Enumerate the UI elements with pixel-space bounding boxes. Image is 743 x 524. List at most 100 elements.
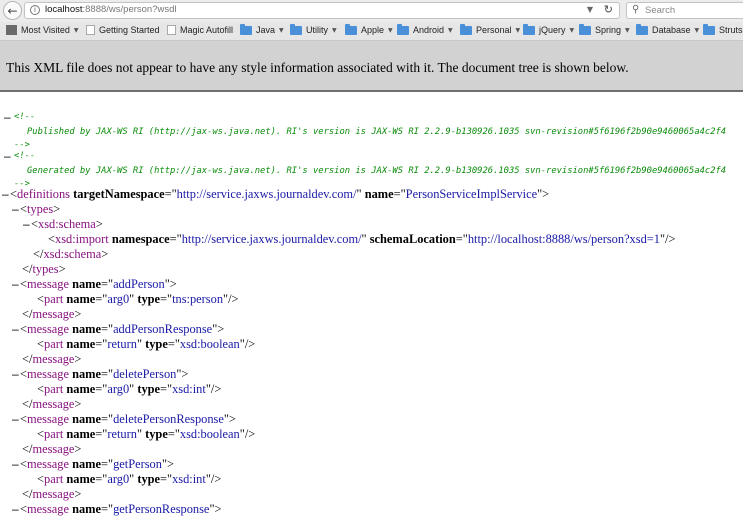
message-open-line: – <message name="deletePersonResponse"> [12,412,236,426]
message-open-line: – <message name="addPersonResponse"> [12,322,225,336]
info-icon[interactable]: i [30,5,40,15]
collapse-toggle[interactable]: – [12,502,19,516]
browser-toolbar: ← i localhost:8888/ws/person?wsdl ▼ ↻ ⚲ … [0,0,743,23]
message-close-line: </message> [22,307,82,321]
bookmark-most-visited[interactable]: Most Visited ▼ [6,25,78,35]
message-close-line: </message> [22,442,82,456]
collapse-toggle[interactable]: – [12,277,19,291]
definitions-line: – <definitions targetNamespace="http://s… [2,187,550,201]
bookmark-folder-apple[interactable]: Apple ▼ [345,23,393,35]
bookmark-label: Struts [719,25,743,35]
bookmark-folder-utility[interactable]: Utility ▼ [290,23,337,35]
types-close-line: </types> [22,262,66,276]
part-line: <part name="return" type="xsd:boolean"/> [37,337,256,351]
comment-open: <!-- [14,112,36,122]
chevron-down-icon: ▼ [279,26,284,34]
comment-close-line: --> [14,136,30,152]
folder-icon [523,23,535,35]
bookmarks-bar: Most Visited ▼ Getting Started Magic Aut… [0,22,743,41]
search-placeholder: Search [645,5,676,16]
back-button[interactable]: ← [3,1,22,20]
bookmark-label: Utility [306,25,328,35]
bookmark-folder-jquery[interactable]: jQuery ▼ [523,23,575,35]
published-comment: Published by JAX-WS RI (http://jax-ws.ja… [27,127,727,137]
part-line: <part name="arg0" type="tns:person"/> [37,292,239,306]
bookmark-label: Apple [361,25,385,35]
comment-open: <!-- [14,151,36,161]
chevron-down-icon: ▼ [73,26,79,34]
collapse-toggle[interactable]: – [12,322,19,336]
bookmark-label: Android [413,25,445,35]
collapse-toggle[interactable]: – [12,412,19,426]
bookmark-label: Java [256,25,276,35]
message-open-line: – <message name="getPerson"> [12,457,174,471]
comment-text-line: Published by JAX-WS RI (http://jax-ws.ja… [27,123,726,139]
collapse-toggle[interactable]: – [23,217,30,231]
page-icon [167,25,176,35]
message-close-line: </message> [22,397,82,411]
message-open-line: – <message name="deletePerson"> [12,367,189,381]
folder-icon [240,23,252,35]
schema-open-line: – <xsd:schema> [23,217,103,231]
bookmark-folder-struts[interactable]: Struts [703,23,743,35]
bookmark-folder-java[interactable]: Java ▼ [240,23,284,35]
folder-icon [345,23,357,35]
bookmark-label: Getting Started [99,25,160,35]
part-line: <part name="arg0" type="xsd:int"/> [37,472,222,486]
chevron-down-icon: ▼ [515,26,521,34]
comment-close: --> [14,140,30,150]
folder-icon [460,23,472,35]
types-open-line: – <types> [12,202,61,216]
url-text[interactable]: localhost:8888/ws/person?wsdl [45,4,177,15]
bookmark-folder-android[interactable]: Android ▼ [397,23,453,35]
bookmark-getting-started[interactable]: Getting Started [86,25,160,35]
part-line: <part name="return" type="xsd:boolean"/> [37,427,256,441]
bookmark-label: Personal [476,25,512,35]
collapse-toggle[interactable]: – [2,187,9,201]
bookmark-magic-autofill[interactable]: Magic Autofill [167,25,233,35]
folder-icon [579,23,591,35]
chevron-down-icon: ▼ [388,26,393,34]
url-bar[interactable]: i localhost:8888/ws/person?wsdl ▼ ↻ [24,2,620,19]
folder-icon [636,23,648,35]
schema-close-line: </xsd:schema> [33,247,109,261]
bookmark-label: Magic Autofill [180,25,234,35]
bookmark-label: Spring [595,25,622,35]
bookmark-folder-spring[interactable]: Spring ▼ [579,23,630,35]
generated-comment: Generated by JAX-WS RI (http://jax-ws.ja… [27,166,727,176]
chevron-down-icon: ▼ [332,26,337,34]
collapse-toggle[interactable]: – [12,457,19,471]
folder-icon [397,23,409,35]
page-icon [86,25,95,35]
search-icon: ⚲ [632,4,640,15]
bookmark-folder-personal[interactable]: Personal ▼ [460,23,521,35]
comment-text-line: Generated by JAX-WS RI (http://jax-ws.ja… [27,162,726,178]
message-close-line: </message> [22,487,82,501]
chevron-down-icon: ▼ [448,26,453,34]
xml-info-text: This XML file does not appear to have an… [6,60,629,75]
chevron-down-icon: ▼ [625,26,630,34]
bookmark-label: jQuery [539,25,566,35]
import-line: <xsd:import namespace="http://service.ja… [48,232,676,246]
message-open-line: – <message name="addPerson"> [12,277,177,291]
message-open-line: – <message name="getPersonResponse"> [12,502,222,516]
folder-icon [703,23,715,35]
part-line: <part name="arg0" type="xsd:int"/> [37,382,222,396]
folder-icon [290,23,302,35]
chevron-down-icon[interactable]: ▼ [587,5,593,14]
most-visited-icon [6,25,17,35]
message-close-line: </message> [22,352,82,366]
collapse-toggle[interactable]: – [4,149,11,163]
bookmark-folder-database[interactable]: Database ▼ [636,23,700,35]
search-input[interactable]: ⚲ Search [626,2,743,19]
bookmark-label: Most Visited [21,25,70,35]
bookmark-label: Database [652,25,691,35]
chevron-down-icon: ▼ [569,26,575,34]
xml-info-banner: This XML file does not appear to have an… [0,41,743,92]
collapse-toggle[interactable]: – [4,110,11,124]
chevron-down-icon: ▼ [694,26,700,34]
collapse-toggle[interactable]: – [12,202,19,216]
reload-icon[interactable]: ↻ [604,3,613,16]
arrow-left-icon: ← [7,3,18,18]
collapse-toggle[interactable]: – [12,367,19,381]
